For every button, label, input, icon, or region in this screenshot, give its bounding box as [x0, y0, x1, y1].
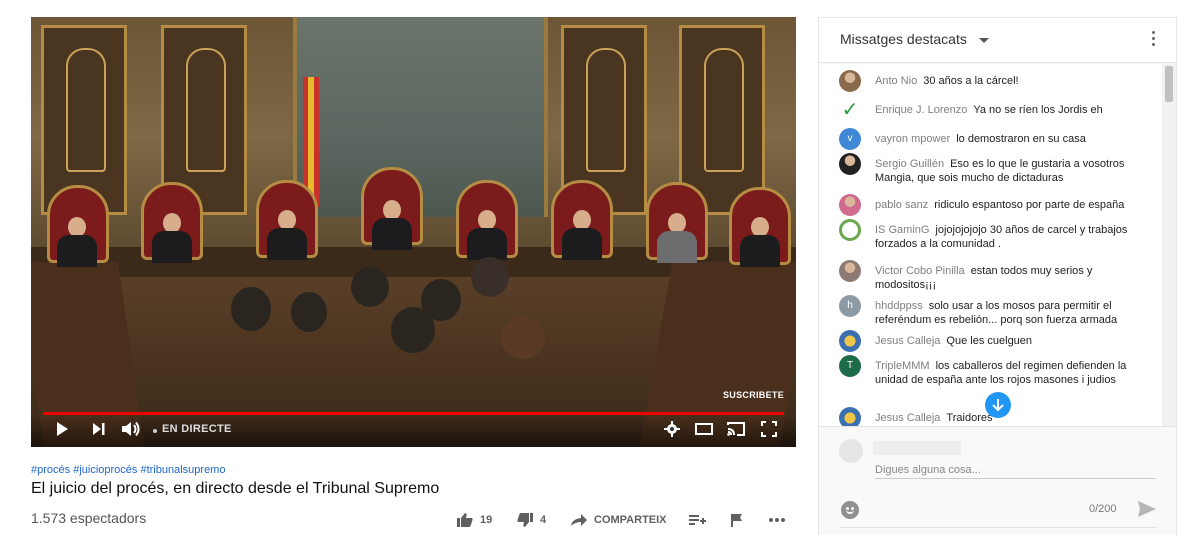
player-controls: EN DIRECTE: [31, 415, 796, 447]
letter-avatar-icon: v: [839, 128, 861, 150]
chat-message-body: Victor Cobo Pinilla estan todos muy serio…: [875, 264, 1150, 292]
chat-author-name[interactable]: Anto Nio: [875, 75, 917, 87]
settings-gear-icon[interactable]: [664, 421, 680, 442]
chat-message-text: lo demostraron en su casa: [956, 133, 1086, 145]
dislike-button[interactable]: 4: [516, 509, 546, 531]
chat-author-name[interactable]: Victor Cobo Pinilla: [875, 265, 965, 277]
playlist-add-icon: [689, 515, 706, 525]
live-label[interactable]: EN DIRECTE: [162, 423, 232, 435]
more-actions-button[interactable]: [768, 509, 786, 531]
photo-avatar-icon: [839, 194, 861, 216]
like-count: 19: [480, 514, 493, 526]
cast-icon[interactable]: [726, 421, 746, 442]
like-button[interactable]: 19: [456, 509, 492, 531]
user-name-placeholder: [873, 441, 961, 455]
share-arrow-icon: [571, 514, 587, 526]
play-icon[interactable]: [55, 421, 69, 442]
user-avatar: [839, 439, 863, 463]
chat-message-text: Traidores: [946, 412, 993, 424]
photo-avatar-icon: [839, 70, 861, 92]
chat-author-name[interactable]: Sergio Guillén: [875, 158, 944, 170]
live-chat: Missatges destacats Anto Nio 30 años a la…: [818, 17, 1177, 535]
chat-message-body: hhddppss solo usar a los mosos para permi…: [875, 299, 1150, 327]
chat-author-name[interactable]: TripleMMM: [875, 360, 930, 372]
letter-avatar-icon: T: [839, 355, 861, 377]
chat-message-body: Jesus Calleja Que les cuelguen: [875, 334, 1150, 348]
more-vertical-icon[interactable]: [1152, 31, 1156, 47]
check-avatar-icon: ✓: [841, 99, 859, 121]
xbox-avatar-icon: [839, 219, 861, 241]
share-button[interactable]: COMPARTEIX: [570, 509, 667, 531]
chat-author-name[interactable]: Enrique J. Lorenzo: [875, 104, 967, 116]
character-counter: 0/200: [1089, 503, 1117, 515]
chat-message-body: TripleMMM los caballeros del regimen defi…: [875, 359, 1150, 387]
chat-message-list[interactable]: Anto Nio 30 años a la cárcel! ✓ Enrique J. …: [819, 64, 1176, 426]
emoji-icon[interactable]: [841, 501, 859, 519]
chat-message-body: vayron mpower lo demostraron en su casa: [875, 132, 1150, 146]
chat-message-body: Enrique J. Lorenzo Ya no se ríen los Jord…: [875, 103, 1150, 117]
chat-composer: 0/200: [819, 426, 1176, 535]
video-frame: [31, 17, 796, 447]
viewer-count: 1.573 espectadors: [31, 510, 147, 526]
hashtag-link[interactable]: #tribunalsupremo: [140, 464, 225, 476]
next-icon[interactable]: [92, 421, 106, 442]
chat-message-text: 30 años a la cárcel!: [923, 75, 1019, 87]
letter-avatar-icon: h: [839, 295, 861, 317]
photo-avatar-icon: [839, 153, 861, 175]
chat-message-text: Que les cuelguen: [946, 335, 1033, 347]
scrollbar-thumb[interactable]: [1165, 66, 1173, 102]
chat-message-body: Jesus Calleja Traidores: [875, 411, 1150, 425]
chat-author-name[interactable]: IS GaminG: [875, 224, 929, 236]
photo-avatar-icon: [839, 260, 861, 282]
chat-message-body: pablo sanz ridiculo espantoso por parte d…: [875, 198, 1150, 212]
live-indicator-icon: [153, 429, 157, 433]
fullscreen-icon[interactable]: [761, 421, 777, 442]
chat-message-body: Sergio Guillén Eso es lo que le gustaria …: [875, 157, 1150, 185]
chat-author-name[interactable]: pablo sanz: [875, 199, 928, 211]
chat-author-name[interactable]: hhddppss: [875, 300, 923, 312]
hashtag-list: #procés #juicioprocés #tribunalsupremo: [31, 464, 225, 476]
chevron-down-icon[interactable]: [979, 38, 989, 43]
chat-scrollbar[interactable]: [1162, 64, 1176, 426]
hashtag-link[interactable]: #procés: [31, 464, 70, 476]
send-icon[interactable]: [1137, 500, 1157, 523]
composer-divider: [839, 527, 1157, 528]
scroll-to-bottom-button[interactable]: [985, 392, 1011, 418]
badge-avatar-icon: [839, 330, 861, 352]
chat-message-input[interactable]: [875, 461, 1156, 479]
thumbs-up-icon: [457, 513, 473, 527]
arrow-down-icon: [992, 399, 1004, 412]
chat-message-text: ridiculo espantoso por parte de españa: [934, 199, 1125, 211]
add-to-playlist-button[interactable]: [688, 509, 706, 531]
chat-mode-dropdown[interactable]: Missatges destacats: [840, 31, 967, 47]
chat-author-name[interactable]: vayron mpower: [875, 133, 950, 145]
chat-message-text: Ya no se ríen los Jordis eh: [973, 104, 1103, 116]
thumbs-down-icon: [517, 513, 533, 527]
chat-header: Missatges destacats: [819, 18, 1176, 63]
volume-icon[interactable]: [121, 421, 141, 442]
flag-icon: [731, 514, 742, 527]
video-title: El juicio del procés, en directo desde e…: [31, 480, 440, 497]
dislike-count: 4: [540, 514, 547, 526]
hashtag-link[interactable]: #juicioprocés: [73, 464, 137, 476]
more-horizontal-icon: [769, 518, 785, 522]
theater-mode-icon[interactable]: [695, 421, 713, 441]
chat-message-body: Anto Nio 30 años a la cárcel!: [875, 74, 1150, 88]
badge-avatar-icon: [839, 407, 861, 426]
subscribe-watermark[interactable]: SUSCRIBETE: [723, 390, 784, 400]
chat-author-name[interactable]: Jesus Calleja: [875, 335, 940, 347]
share-label: COMPARTEIX: [594, 514, 667, 526]
youtube-live-page: SUSCRIBETE EN DIRECTE #procés #juiciopro…: [0, 0, 1200, 535]
chat-message-body: IS GaminG jojojojojojo 30 años de carcel …: [875, 223, 1150, 251]
video-player[interactable]: SUSCRIBETE EN DIRECTE: [31, 17, 796, 447]
report-button[interactable]: [730, 509, 744, 531]
chat-author-name[interactable]: Jesus Calleja: [875, 412, 940, 424]
